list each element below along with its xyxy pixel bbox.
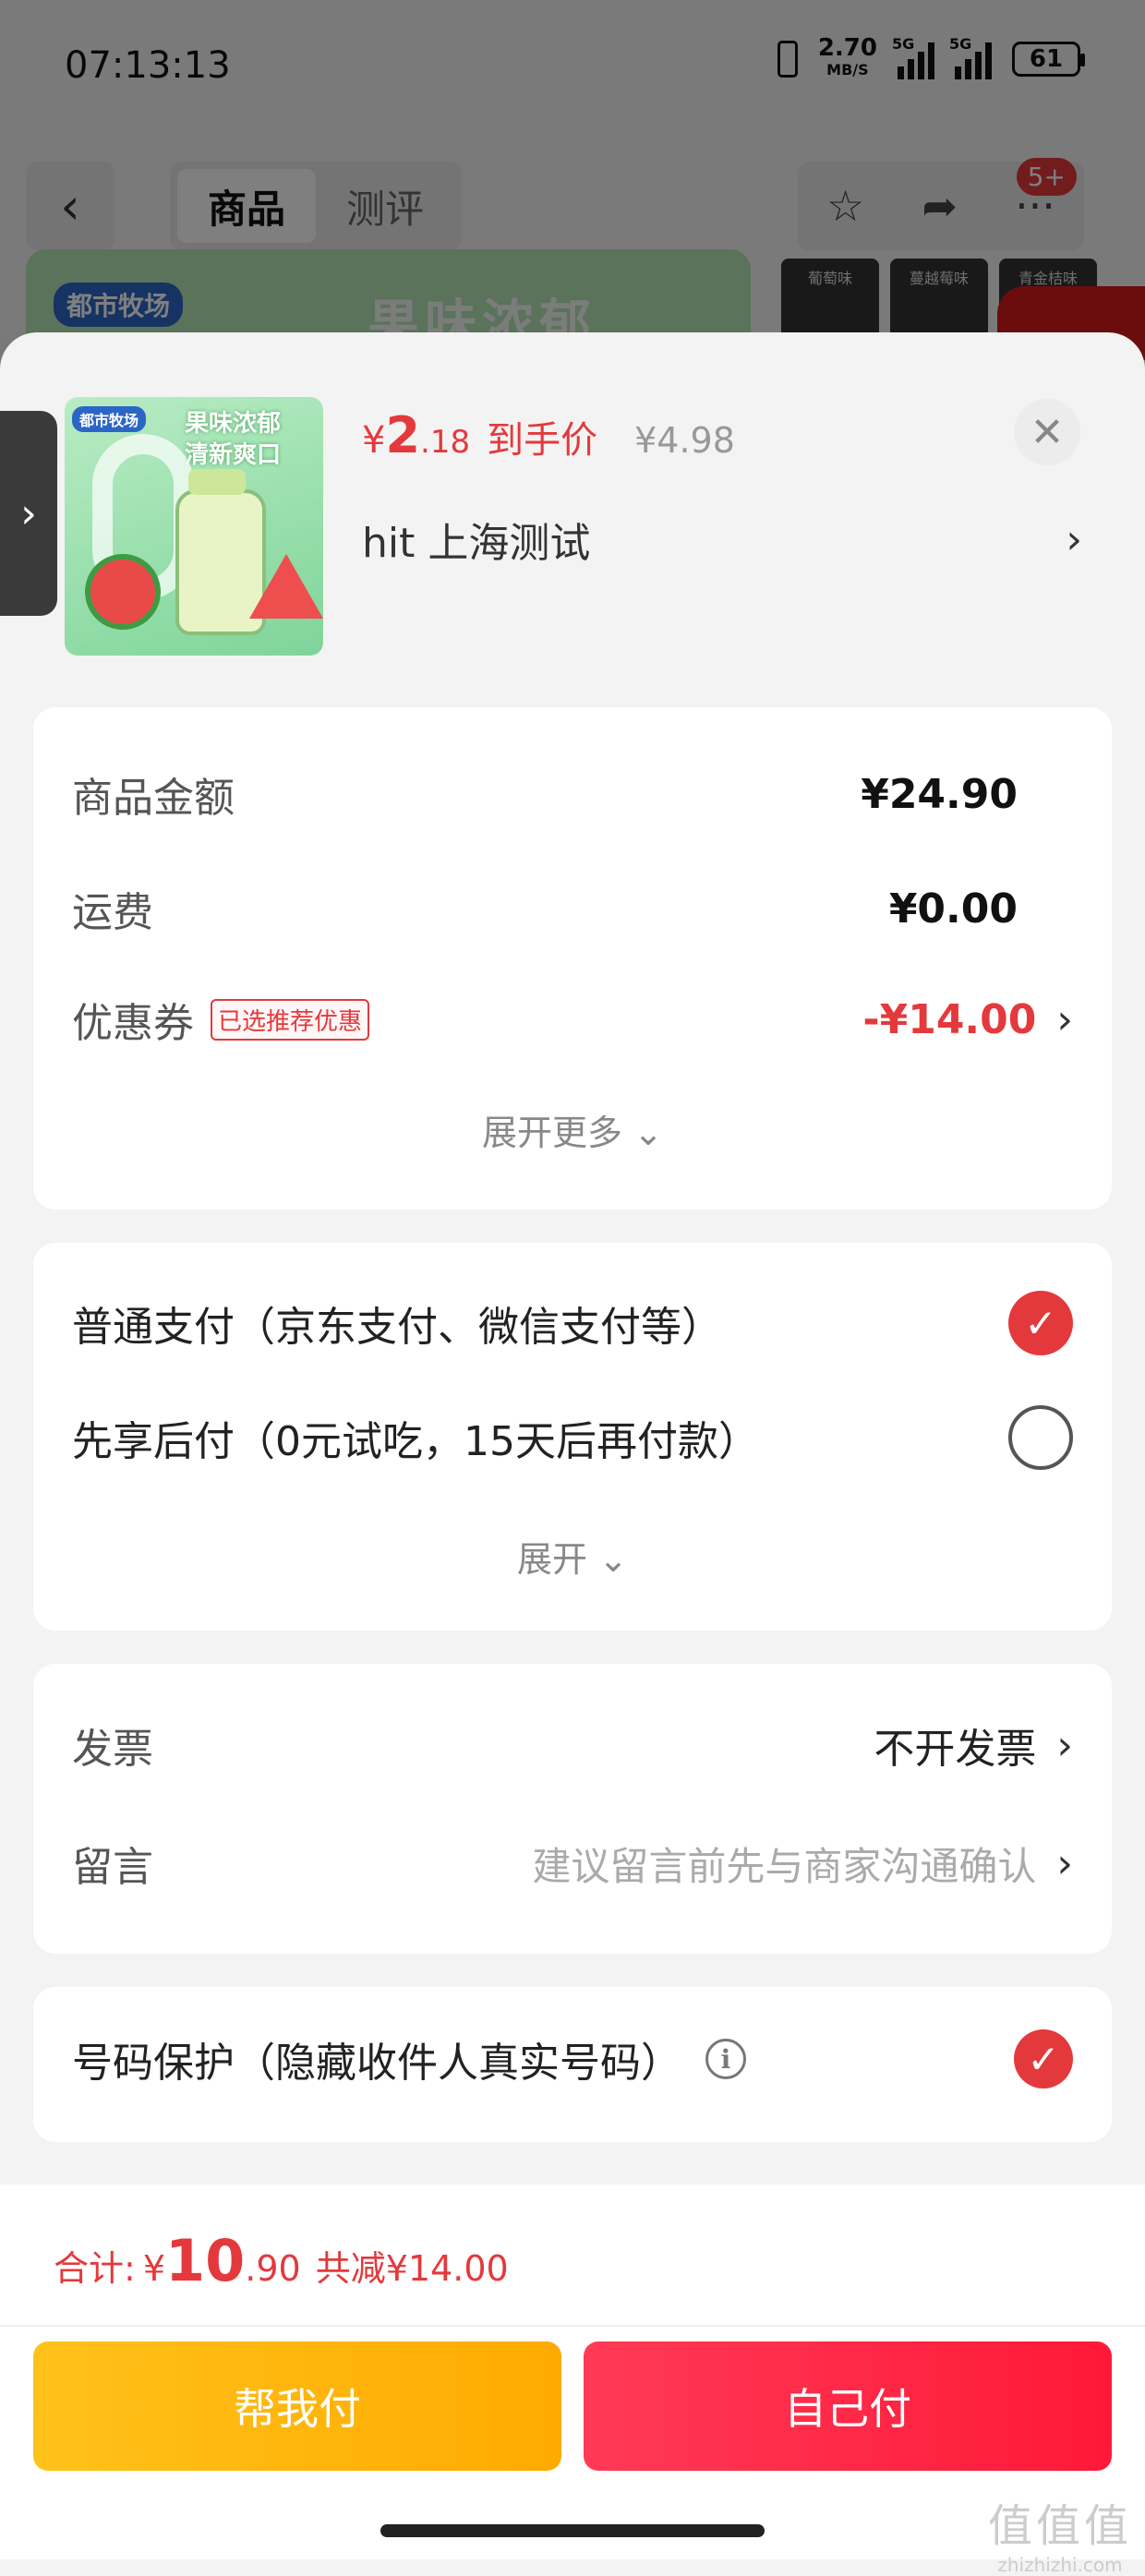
chevron-right-icon: › [20,489,37,537]
final-price: 2 [385,406,421,464]
chevron-down-icon: ⌄ [598,1539,628,1580]
invoice-row[interactable]: 发票 不开发票 › [72,1715,1073,1775]
payment-option[interactable]: 普通支付（京东支付、微信支付等） ✓ [72,1291,1073,1355]
close-button[interactable]: ✕ [1014,399,1080,465]
payment-card: 普通支付（京东支付、微信支付等） ✓ 先享后付（0元试吃，15天后再付款） 展开… [33,1243,1112,1631]
privacy-row[interactable]: 号码保护（隐藏收件人真实号码） i ✓ [72,2029,1073,2088]
goods-amount: ¥24.90 [861,770,1018,818]
invoice-value: 不开发票 [874,1726,1037,1773]
message-row[interactable]: 留言 建议留言前先与商家沟通确认 › [72,1834,1073,1893]
address-row[interactable]: hit 上海测试 › [362,510,1082,569]
chevron-right-icon: › [1056,995,1073,1043]
payment-option[interactable]: 先享后付（0元试吃，15天后再付款） [72,1405,1073,1470]
address-text: hit 上海测试 [362,520,591,567]
product-image: 都市牧场 果味浓郁 清新爽口 [65,397,323,656]
help-pay-button[interactable]: 帮我付 [33,2341,561,2471]
shipping-row: 运费 ¥0.00 [72,885,1018,937]
privacy-card: 号码保护（隐藏收件人真实号码） i ✓ [33,1987,1112,2142]
chevron-right-icon: › [1066,515,1082,563]
image-slogan: 果味浓郁 清新爽口 [185,410,282,469]
close-icon: ✕ [1030,408,1065,456]
checkout-footer: 合计: ¥ 10 .90 共减¥14.00 帮我付 自己付 值值值 zhizhi… [0,2185,1145,2576]
coupon-value: -¥14.00 [862,995,1037,1043]
invoice-card: 发票 不开发票 › 留言 建议留言前先与商家沟通确认 › [33,1664,1112,1954]
checkmark-icon[interactable]: ✓ [1008,1291,1073,1355]
total-discount: 共减¥14.00 [315,2248,509,2289]
original-price: ¥4.98 [634,420,735,461]
chevron-right-icon: › [1056,1721,1073,1769]
coupon-row[interactable]: 优惠券 已选推荐优惠 -¥14.00 › [72,990,1073,1049]
final-price-label: 到手价 [487,419,598,462]
message-placeholder: 建议留言前先与商家沟通确认 [532,1843,1037,1889]
watermelon-slice-graphic [249,554,323,619]
self-pay-button[interactable]: 自己付 [584,2341,1112,2471]
brand-logo: 都市牧场 [72,406,147,432]
goods-amount-row: 商品金额 ¥24.90 [72,770,1018,823]
home-indicator[interactable] [380,2524,765,2537]
shipping-fee: ¥0.00 [888,885,1018,933]
amount-card: 商品金额 ¥24.90 运费 ¥0.00 优惠券 已选推荐优惠 -¥14.00 … [33,707,1112,1210]
expand-more-button[interactable]: 展开更多 ⌄ [33,1104,1112,1155]
divider [0,2325,1145,2327]
coupon-badge: 已选推荐优惠 [211,998,370,1041]
info-icon[interactable]: i [705,2039,746,2079]
checkmark-icon[interactable]: ✓ [1014,2029,1073,2088]
chevron-right-icon: › [1056,1839,1073,1887]
watermelon-graphic [85,554,161,630]
watermark: 值值值 zhizhizhi.com [987,2500,1132,2576]
side-expand-tab[interactable]: › [0,411,57,616]
total-row: 合计: ¥ 10 .90 共减¥14.00 [54,2227,509,2294]
price-row: ¥ 2 .18 到手价 ¥4.98 [362,406,735,464]
total-amount: 10 [165,2227,246,2294]
expand-payment-button[interactable]: 展开 ⌄ [33,1531,1112,1582]
radio-unchecked[interactable] [1008,1405,1073,1470]
chevron-down-icon: ⌄ [633,1113,663,1153]
